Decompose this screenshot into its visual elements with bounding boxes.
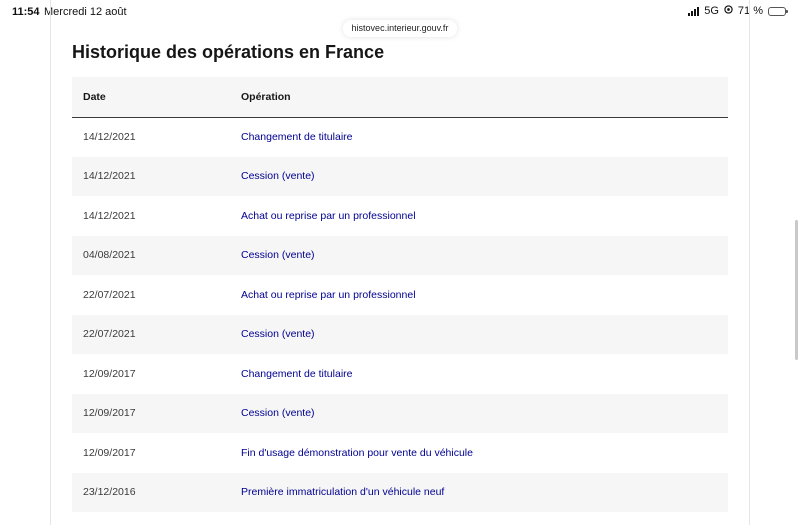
operation-link[interactable]: Changement de titulaire	[241, 131, 353, 143]
operation-link[interactable]: Achat ou reprise par un professionnel	[241, 210, 416, 222]
table-row: 14/12/2021 Changement de titulaire	[72, 117, 728, 157]
table-row: 22/07/2021 Achat ou reprise par un profe…	[72, 275, 728, 315]
row-date: 22/07/2021	[83, 328, 136, 341]
row-date: 22/07/2021	[83, 288, 136, 301]
table-row: 23/12/2016 Première immatriculation d'un…	[72, 472, 728, 512]
operation-link[interactable]: Cession (vente)	[241, 407, 315, 419]
table-row: 22/07/2021 Cession (vente)	[72, 314, 728, 354]
table-row: 12/09/2017 Cession (vente)	[72, 393, 728, 433]
header-operation: Opération	[241, 90, 291, 103]
row-date: 14/12/2021	[83, 209, 136, 222]
row-date: 12/09/2017	[83, 407, 136, 420]
operation-link[interactable]: Cession (vente)	[241, 170, 315, 182]
table-row: 12/09/2017 Fin d'usage démonstration pou…	[72, 433, 728, 473]
row-date: 12/09/2017	[83, 367, 136, 380]
row-date: 12/09/2017	[83, 446, 136, 459]
page-title: Historique des opérations en France	[72, 42, 385, 62]
table-row: 04/08/2021 Cession (vente)	[72, 235, 728, 275]
operation-link[interactable]: Achat ou reprise par un professionnel	[241, 289, 416, 301]
row-date: 23/12/2016	[83, 486, 136, 499]
table-row: 14/12/2021 Achat ou reprise par un profe…	[72, 196, 728, 236]
operation-link[interactable]: Première immatriculation d'un véhicule n…	[241, 486, 444, 498]
row-date: 14/12/2021	[83, 131, 136, 143]
table-row: 12/09/2017 Changement de titulaire	[72, 354, 728, 394]
row-date: 04/08/2021	[83, 249, 136, 262]
status-time: 11:54	[12, 6, 40, 18]
operation-link[interactable]: Cession (vente)	[241, 328, 315, 340]
table-row: 14/12/2021 Cession (vente)	[72, 156, 728, 196]
operation-link[interactable]: Changement de titulaire	[241, 368, 353, 380]
row-date: 14/12/2021	[83, 170, 136, 183]
operation-link[interactable]: Fin d'usage démonstration pour vente du …	[241, 447, 473, 459]
header-date: Date	[83, 90, 106, 103]
scrollbar[interactable]	[795, 220, 798, 360]
operation-link[interactable]: Cession (vente)	[241, 249, 315, 261]
operations-table: Date Opération 14/12/2021 Changement de …	[72, 77, 728, 512]
table-header-row: Date Opération	[72, 77, 728, 117]
battery-icon	[768, 6, 788, 16]
